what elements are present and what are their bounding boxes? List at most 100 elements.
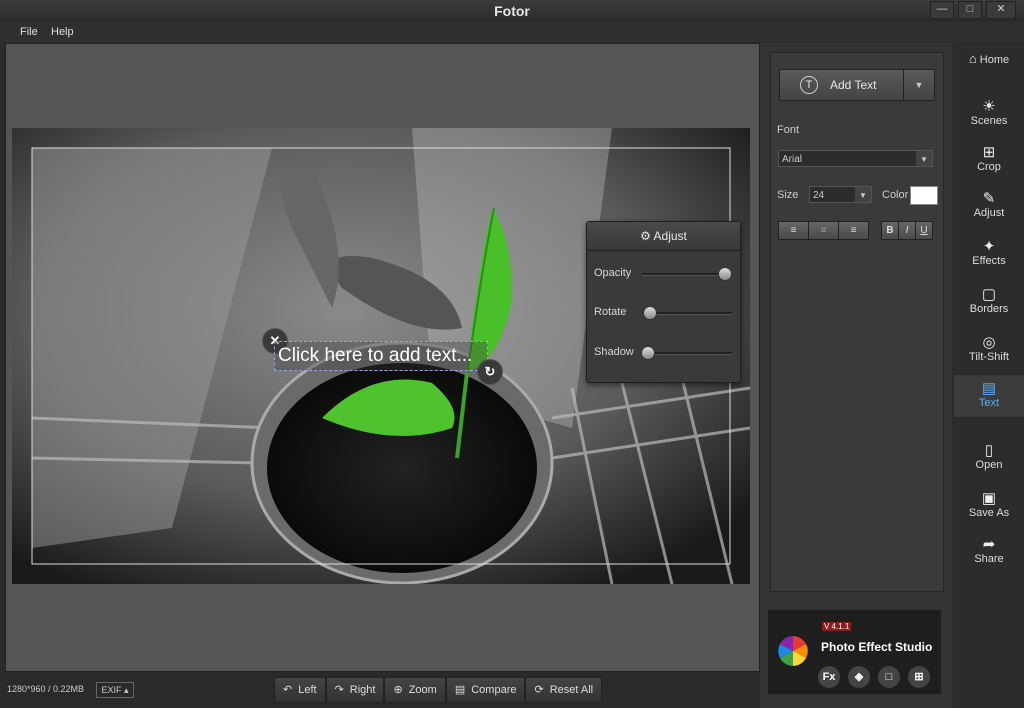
rotate-left-label: Left bbox=[298, 684, 317, 696]
shadow-slider-knob[interactable] bbox=[641, 346, 655, 360]
chevron-down-icon: ▼ bbox=[916, 151, 932, 166]
text-overlay[interactable]: Click here to add text... bbox=[274, 341, 488, 371]
window-title: Fotor bbox=[494, 3, 530, 19]
font-select[interactable]: Arial ▼ bbox=[778, 150, 933, 167]
close-button[interactable]: ✕ bbox=[986, 1, 1016, 19]
sidebar-label-borders: Borders bbox=[969, 303, 1009, 315]
rotate-right-button[interactable]: ↷ Right bbox=[325, 677, 385, 703]
sidebar-label-save-as: Save As bbox=[968, 507, 1010, 519]
sparkle-icon: ✦ bbox=[982, 238, 996, 255]
align-left-button[interactable]: ≡ bbox=[778, 221, 809, 240]
image-info: 1280*960 / 0.22MB bbox=[7, 684, 85, 694]
rotate-text-button[interactable]: ↻ bbox=[477, 359, 503, 385]
text-icon: ▤ bbox=[981, 380, 997, 397]
rotate-left-button[interactable]: ↶ Left bbox=[274, 677, 326, 703]
sidebar-label-adjust: Adjust bbox=[973, 207, 1005, 219]
add-text-button[interactable]: T Add Text bbox=[779, 69, 905, 101]
text-settings-panel: T Add Text ▼ Font Arial ▼ Size 24 ▼ Colo… bbox=[770, 52, 944, 592]
align-right-button[interactable]: ≡ bbox=[838, 221, 869, 240]
sidebar-item-text[interactable]: ▤ Text bbox=[954, 375, 1024, 417]
sidebar-label-home: Home bbox=[979, 54, 1010, 66]
chevron-down-icon: ▼ bbox=[855, 187, 871, 202]
view-toolbar: ↶ Left ↷ Right ⊕ Zoom ▤ Compare ⟳ Reset All bbox=[274, 677, 603, 703]
photo-effect-studio-logo bbox=[776, 634, 810, 668]
reset-icon: ⟳ bbox=[534, 684, 544, 696]
mosaic-icon: ◈ bbox=[848, 666, 870, 688]
reset-all-label: Reset All bbox=[549, 684, 594, 696]
opacity-slider-knob[interactable] bbox=[718, 267, 732, 281]
align-center-icon: ≡ bbox=[820, 225, 827, 236]
chevron-down-icon: ▼ bbox=[914, 80, 924, 90]
minimize-button[interactable]: — bbox=[930, 1, 954, 19]
size-label: Size bbox=[777, 189, 799, 201]
sun-icon: ☀ bbox=[982, 98, 996, 115]
underline-button[interactable]: U bbox=[915, 221, 933, 240]
tilt-shift-icon: ◎ bbox=[982, 334, 996, 351]
border-icon: ▢ bbox=[981, 286, 997, 303]
menu-file[interactable]: File bbox=[20, 26, 38, 38]
italic-button[interactable]: I bbox=[898, 221, 916, 240]
sidebar-label-effects: Effects bbox=[972, 255, 1006, 267]
sidebar-item-scenes[interactable]: ☀ Scenes bbox=[954, 97, 1024, 127]
version-badge: V 4.1.1 bbox=[822, 622, 852, 631]
pencil-icon: ✎ bbox=[982, 190, 996, 207]
zoom-icon: ⊕ bbox=[393, 684, 403, 696]
align-center-button[interactable]: ≡ bbox=[808, 221, 839, 240]
align-right-icon: ≡ bbox=[850, 225, 857, 236]
sidebar-item-crop[interactable]: ⊞ Crop bbox=[954, 143, 1024, 173]
sidebar-label-tilt-shift: Tilt-Shift bbox=[969, 351, 1009, 363]
sidebar-item-share[interactable]: ➦ Share bbox=[954, 535, 1024, 565]
font-label: Font bbox=[777, 124, 800, 136]
font-value: Arial bbox=[782, 154, 803, 165]
menu-bar: File Help bbox=[0, 22, 1024, 42]
exif-label: EXIF bbox=[101, 685, 122, 695]
adjust-title: Adjust bbox=[653, 229, 687, 243]
maximize-button[interactable]: □ bbox=[958, 1, 982, 19]
zoom-button[interactable]: ⊕ Zoom bbox=[384, 677, 446, 703]
shadow-slider-track[interactable] bbox=[642, 352, 732, 355]
color-label: Color bbox=[882, 189, 909, 201]
share-icon: ➦ bbox=[982, 536, 996, 553]
size-select[interactable]: 24 ▼ bbox=[809, 186, 872, 203]
window-controls: — □ ✕ bbox=[930, 1, 1016, 19]
text-t-icon: T bbox=[800, 76, 818, 94]
home-icon: ⌂ bbox=[968, 51, 977, 66]
compare-button[interactable]: ▤ Compare bbox=[445, 677, 526, 703]
bold-button[interactable]: B bbox=[881, 221, 899, 240]
sidebar-label-scenes: Scenes bbox=[970, 115, 1008, 127]
rotate-label: Rotate bbox=[594, 306, 627, 318]
sidebar-item-open[interactable]: ▯ Open bbox=[954, 441, 1024, 471]
exif-button[interactable]: EXIF ▴ bbox=[96, 682, 134, 698]
compare-label: Compare bbox=[471, 684, 517, 696]
sidebar-label-share: Share bbox=[974, 553, 1004, 565]
crop-icon: ⊞ bbox=[982, 144, 996, 161]
compare-icon: ▤ bbox=[454, 684, 466, 696]
sidebar-label-text: Text bbox=[978, 397, 1000, 409]
rotate-left-icon: ↶ bbox=[283, 684, 293, 696]
main-sidebar: ⌂ Home ☀ Scenes ⊞ Crop ✎ Adjust ✦ Effects ▢ B… bbox=[954, 43, 1024, 708]
opacity-label: Opacity bbox=[594, 267, 632, 279]
promo-icons: Fx ◈ □ ⊞ bbox=[818, 666, 930, 688]
sidebar-item-save-as[interactable]: ▣ Save As bbox=[954, 489, 1024, 519]
reset-all-button[interactable]: ⟳ Reset All bbox=[525, 677, 603, 703]
rotate-right-icon: ↷ bbox=[334, 684, 344, 696]
save-icon: ▣ bbox=[981, 490, 997, 507]
sidebar-item-adjust[interactable]: ✎ Adjust bbox=[954, 189, 1024, 219]
sidebar-item-tilt-shift[interactable]: ◎ Tilt-Shift bbox=[954, 333, 1024, 363]
menu-help[interactable]: Help bbox=[51, 26, 74, 38]
add-text-label: Add Text bbox=[830, 78, 877, 92]
color-swatch[interactable] bbox=[910, 186, 938, 205]
add-text-dropdown[interactable]: ▼ bbox=[903, 69, 935, 101]
align-left-icon: ≡ bbox=[790, 225, 797, 236]
sidebar-item-home[interactable]: ⌂ Home bbox=[954, 51, 1024, 66]
promo-name: Photo Effect Studio bbox=[821, 640, 933, 654]
sidebar-item-effects[interactable]: ✦ Effects bbox=[954, 237, 1024, 267]
title-bar: Fotor — □ ✕ bbox=[0, 0, 1024, 22]
sidebar-item-borders[interactable]: ▢ Borders bbox=[954, 285, 1024, 315]
zoom-label: Zoom bbox=[408, 684, 437, 696]
size-value: 24 bbox=[813, 190, 825, 201]
promo-banner[interactable]: V 4.1.1 Photo Effect Studio Fx ◈ □ ⊞ bbox=[768, 610, 941, 694]
rotate-slider-knob[interactable] bbox=[643, 306, 657, 320]
frame-icon: □ bbox=[878, 666, 900, 688]
sidebar-label-crop: Crop bbox=[977, 161, 1001, 173]
